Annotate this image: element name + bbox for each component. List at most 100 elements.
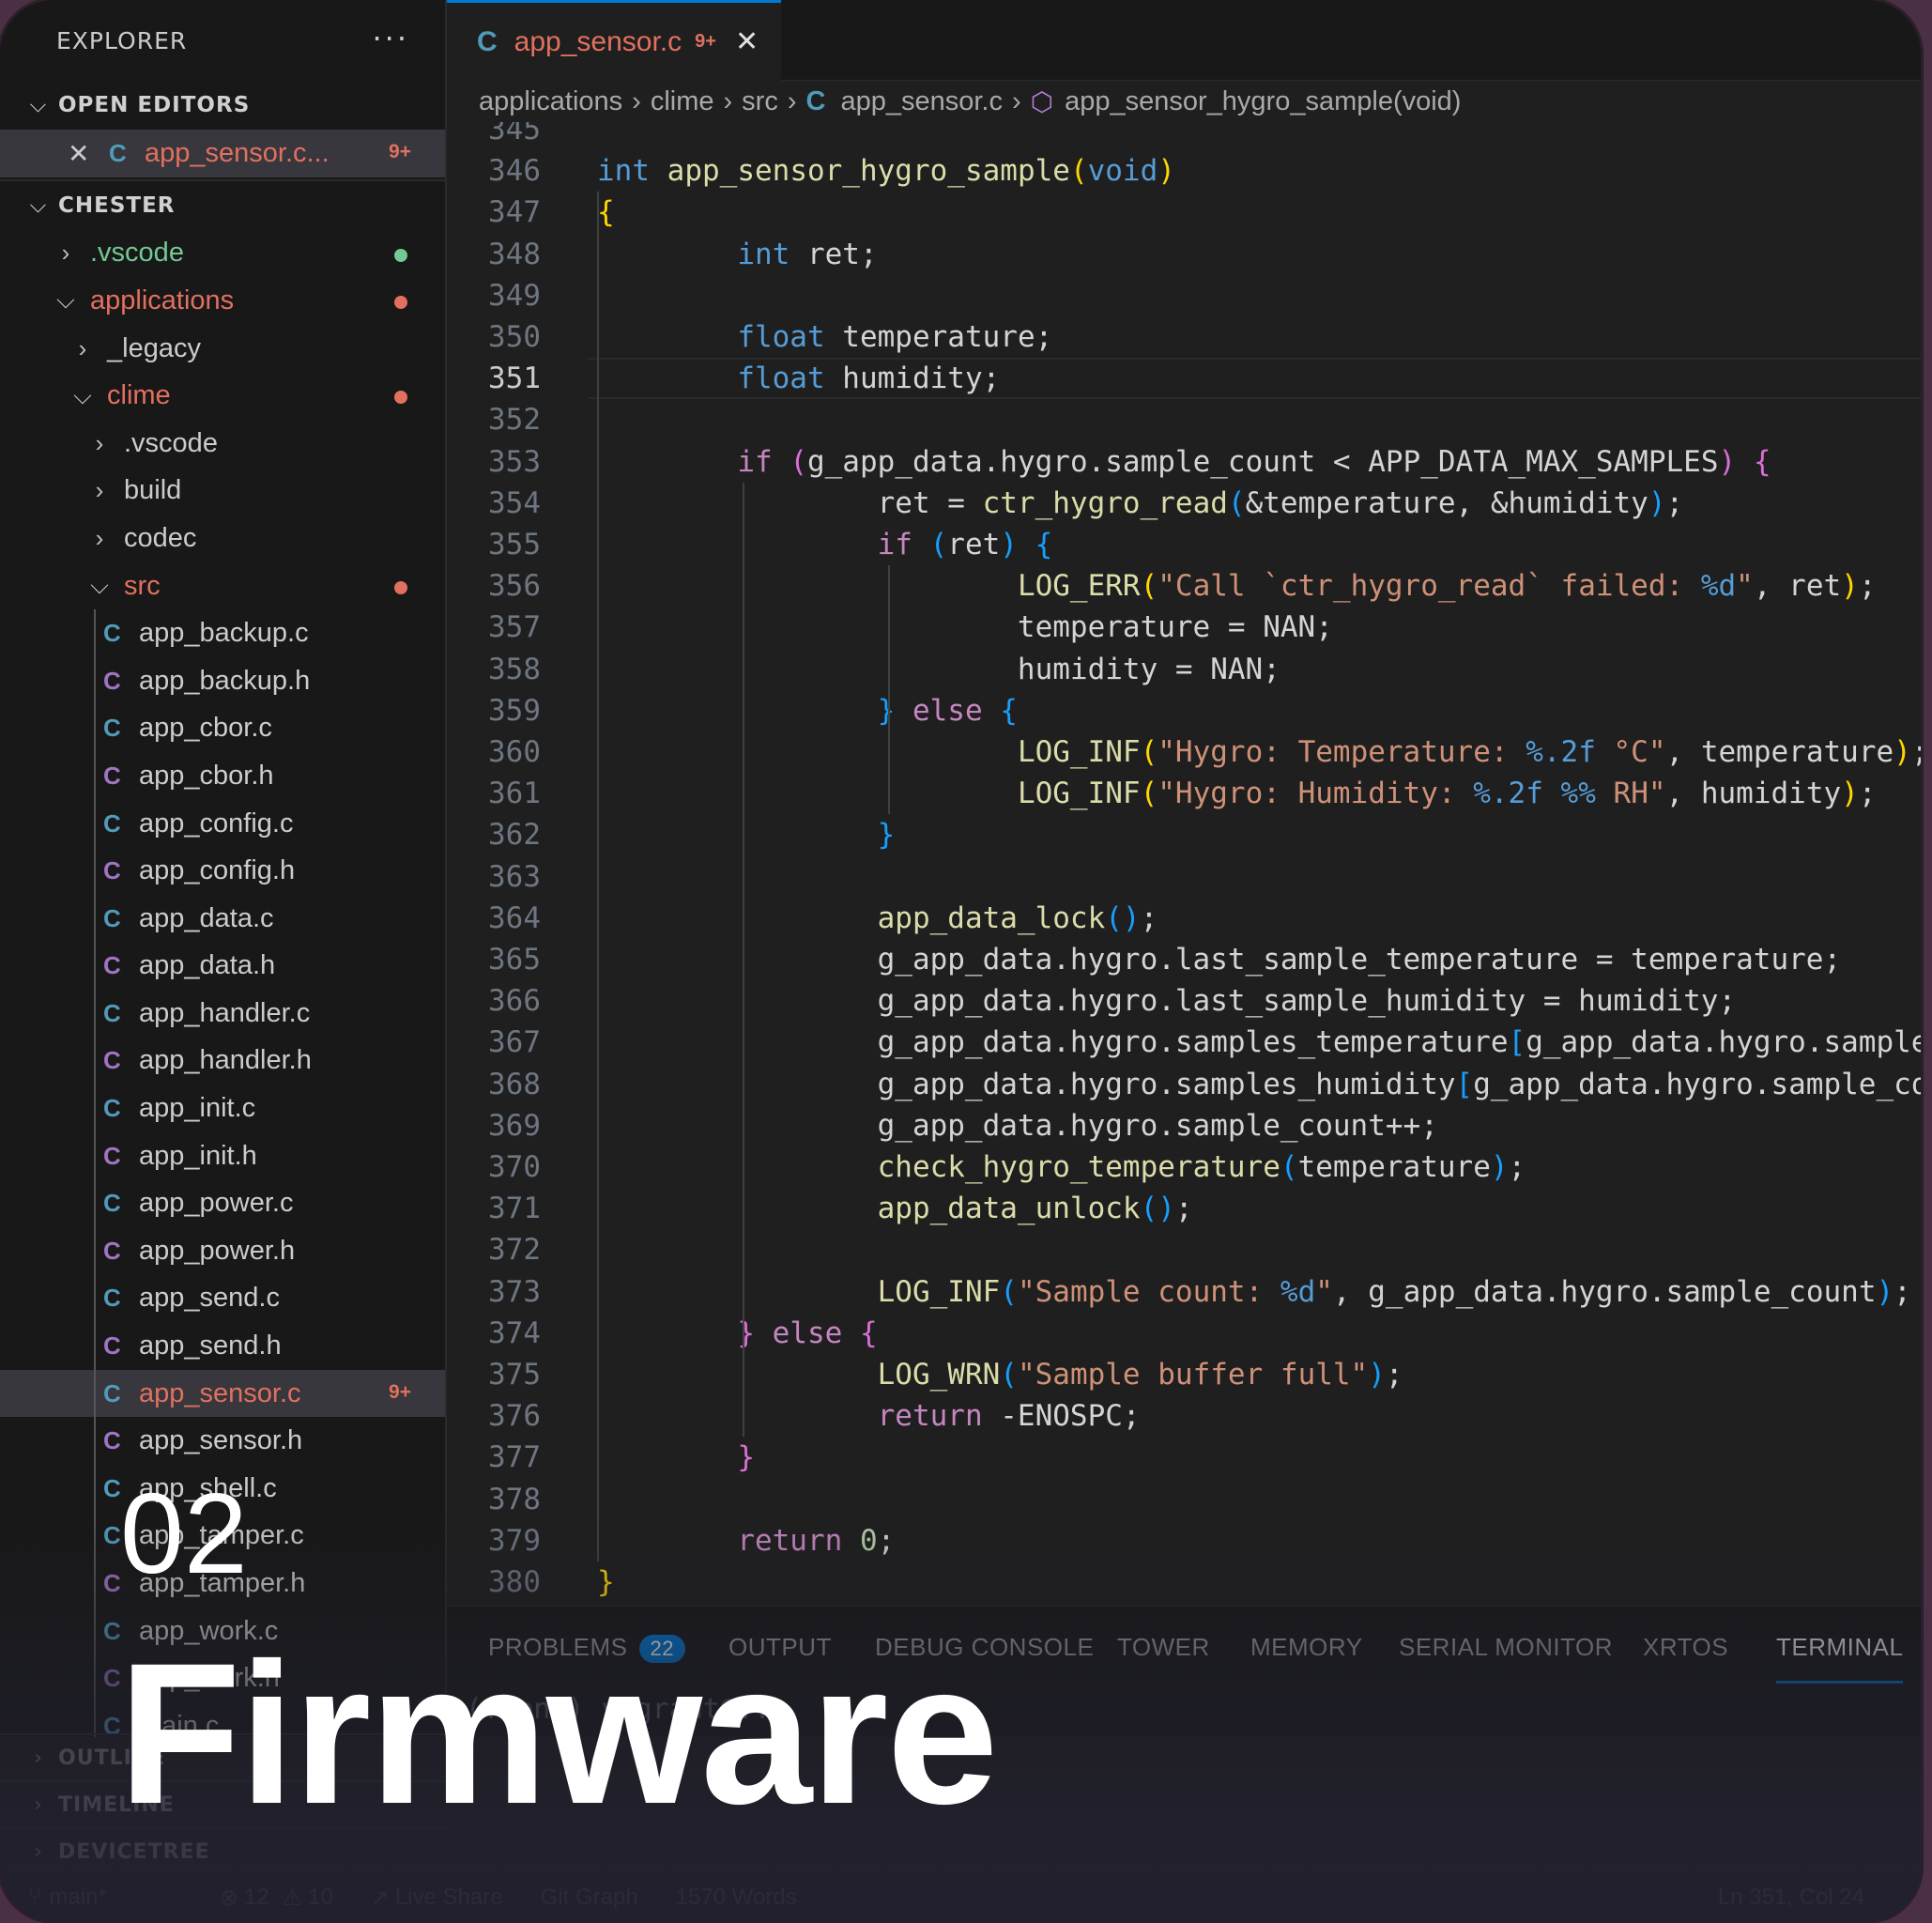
file-item[interactable]: Capp_cbor.c <box>0 705 445 753</box>
panel-tab-serial-monitor[interactable]: SERIAL MONITOR <box>1399 1633 1613 1684</box>
h-file-icon: C <box>103 1046 121 1075</box>
file-item[interactable]: Capp_data.h <box>0 943 445 991</box>
file-item[interactable]: Capp_backup.c <box>0 609 445 657</box>
code-line[interactable]: 349 <box>447 275 1921 316</box>
folder-item[interactable]: › .vscode <box>0 420 445 468</box>
code-line[interactable]: 357 temperature = NAN; <box>447 607 1921 648</box>
code-text: if (ret) { <box>877 528 1053 562</box>
code-line[interactable]: 351 float humidity; <box>447 358 1921 399</box>
code-line[interactable]: 364 app_data_lock(); <box>447 898 1921 939</box>
code-line[interactable]: 380} <box>447 1561 1921 1603</box>
panel-tab-memory[interactable]: MEMORY <box>1250 1633 1363 1684</box>
file-item[interactable]: Capp_config.h <box>0 847 445 895</box>
tree-item-label: app_data.c <box>139 902 274 933</box>
code-line[interactable]: 352 <box>447 399 1921 440</box>
code-line[interactable]: 356 LOG_ERR("Call `ctr_hygro_read` faile… <box>447 565 1921 607</box>
cursor-position[interactable]: Ln 351, Col 24 <box>1718 1885 1864 1911</box>
workspace-section[interactable]: ⌵ CHESTER <box>0 181 445 230</box>
code-line[interactable]: 368 g_app_data.hygro.samples_humidity[g_… <box>447 1064 1921 1105</box>
file-item[interactable]: Capp_send.h <box>0 1322 445 1370</box>
file-item[interactable]: Capp_init.c <box>0 1085 445 1132</box>
breadcrumb-applications[interactable]: applications <box>479 86 622 117</box>
c-file-icon: C <box>103 1094 121 1123</box>
code-line[interactable]: 353 if (g_app_data.hygro.sample_count < … <box>447 441 1921 483</box>
live-share-icon: ↗ <box>370 1885 390 1911</box>
tree-item-label: app_power.h <box>139 1235 296 1266</box>
close-icon[interactable]: ✕ <box>68 138 96 169</box>
code-line[interactable]: 345 <box>447 122 1921 150</box>
code-line[interactable]: 370 check_hygro_temperature(temperature)… <box>447 1146 1921 1188</box>
open-editors-section[interactable]: ⌵ OPEN EDITORS <box>0 81 445 130</box>
file-item[interactable]: Capp_handler.c <box>0 990 445 1038</box>
live-share-button[interactable]: Live Share <box>395 1885 503 1911</box>
folder-item[interactable]: › codec <box>0 515 445 562</box>
code-line[interactable]: 362 } <box>447 814 1921 855</box>
close-icon[interactable]: ✕ <box>735 25 759 58</box>
file-item[interactable]: Capp_backup.h <box>0 657 445 705</box>
file-item[interactable]: Capp_send.c <box>0 1275 445 1323</box>
breadcrumb-file[interactable]: app_sensor.c <box>840 86 1003 117</box>
error-count[interactable]: 12 <box>244 1885 269 1911</box>
code-text: app_data_lock(); <box>877 900 1158 935</box>
warning-count[interactable]: 10 <box>308 1885 333 1911</box>
code-line[interactable]: 369 g_app_data.hygro.sample_count++; <box>447 1105 1921 1146</box>
code-line[interactable]: 367 g_app_data.hygro.samples_temperature… <box>447 1022 1921 1063</box>
code-line[interactable]: 365 g_app_data.hygro.last_sample_tempera… <box>447 939 1921 980</box>
file-item[interactable]: Capp_cbor.h <box>0 752 445 800</box>
code-line[interactable]: 347 { <box>447 192 1921 233</box>
code-line[interactable]: 379 return 0; <box>447 1520 1921 1561</box>
file-item[interactable]: Capp_handler.h <box>0 1038 445 1085</box>
folder-item[interactable]: ⌵ applications <box>0 277 445 325</box>
file-item[interactable]: Capp_data.c <box>0 895 445 943</box>
tree-item-label: app_config.h <box>139 855 296 886</box>
file-item[interactable]: Capp_sensor.c 9+ <box>0 1369 445 1418</box>
file-item[interactable]: Capp_sensor.h <box>0 1417 445 1465</box>
code-line[interactable]: 374 } else { <box>447 1313 1921 1354</box>
chevron-right-icon: › <box>95 476 104 505</box>
folder-item[interactable]: › .vscode <box>0 230 445 278</box>
folder-item[interactable]: › build <box>0 468 445 515</box>
panel-tab-xrtos[interactable]: XRTOS <box>1643 1633 1728 1684</box>
code-line[interactable]: 371 app_data_unlock(); <box>447 1188 1921 1229</box>
code-line[interactable]: 372 <box>447 1229 1921 1270</box>
chevron-right-icon: › <box>787 85 797 116</box>
breadcrumb-clime[interactable]: clime <box>651 86 714 117</box>
folder-item[interactable]: ⌵ clime <box>0 372 445 420</box>
file-item[interactable]: Capp_power.h <box>0 1227 445 1275</box>
code-line[interactable]: 354 ret = ctr_hygro_read(&temperature, &… <box>447 483 1921 524</box>
code-line[interactable]: 358 humidity = NAN; <box>447 649 1921 690</box>
line-number: 366 <box>488 984 541 1019</box>
more-actions-icon[interactable]: ··· <box>372 21 409 56</box>
panel-tab-tower[interactable]: TOWER <box>1117 1633 1210 1684</box>
code-line[interactable]: 350 float temperature; <box>447 316 1921 358</box>
file-item[interactable]: Capp_power.c <box>0 1179 445 1227</box>
file-item[interactable]: Capp_init.h <box>0 1132 445 1180</box>
code-text: g_app_data.hygro.last_sample_humidity = … <box>597 984 1737 1019</box>
code-line[interactable]: 377 } <box>447 1437 1921 1478</box>
code-line[interactable]: 375 LOG_WRN("Sample buffer full"); <box>447 1354 1921 1395</box>
code-line[interactable]: 355 if (ret) { <box>447 524 1921 565</box>
code-editor[interactable]: 345 346 int app_sensor_hygro_sample(void) 3… <box>447 122 1921 1606</box>
code-line[interactable]: 346 int app_sensor_hygro_sample(void) <box>447 150 1921 192</box>
folder-item[interactable]: › _legacy <box>0 325 445 373</box>
code-line[interactable]: 373 LOG_INF("Sample count: %d", g_app_da… <box>447 1271 1921 1313</box>
tab-app-sensor[interactable]: C app_sensor.c 9+ ✕ <box>447 0 781 81</box>
code-line[interactable]: 376 return -ENOSPC; <box>447 1395 1921 1437</box>
code-line[interactable]: 360 LOG_INF("Hygro: Temperature: %.2f °C… <box>447 731 1921 773</box>
code-line[interactable]: 378 <box>447 1479 1921 1520</box>
code-line[interactable]: 366 g_app_data.hygro.last_sample_humidit… <box>447 980 1921 1022</box>
file-item[interactable]: Capp_config.c <box>0 800 445 848</box>
panel-tab-terminal[interactable]: TERMINAL <box>1776 1633 1904 1684</box>
code-text: LOG_ERR("Call `ctr_hygro_read` failed: %… <box>1017 569 1877 604</box>
code-line[interactable]: 359 } else { <box>447 690 1921 731</box>
open-editor-item[interactable]: ✕ C app_sensor.c... 9+ <box>0 130 445 177</box>
code-line[interactable]: 348 int ret; <box>447 234 1921 275</box>
code-line[interactable]: 361 LOG_INF("Hygro: Humidity: %.2f %% RH… <box>447 773 1921 814</box>
git-graph-button[interactable]: Git Graph <box>541 1885 638 1911</box>
code-line[interactable]: 363 <box>447 856 1921 898</box>
breadcrumb-symbol[interactable]: app_sensor_hygro_sample(void) <box>1065 86 1461 117</box>
folder-item[interactable]: ⌵ src <box>0 562 445 610</box>
breadcrumb-src[interactable]: src <box>742 86 778 117</box>
git-branch[interactable]: main* <box>49 1885 106 1911</box>
tree-item-label: app_backup.h <box>139 665 311 696</box>
